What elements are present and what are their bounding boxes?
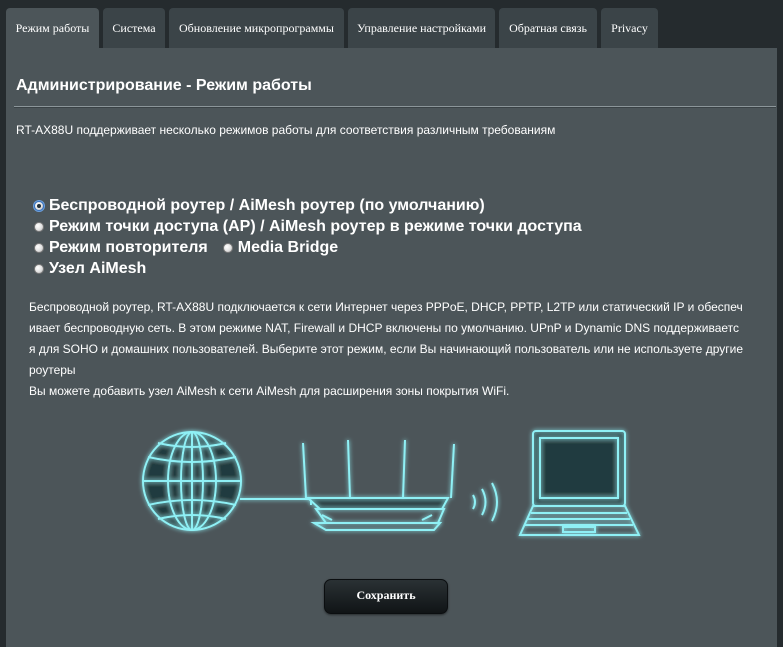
repeater-label: Режим повторителя [49, 238, 208, 256]
router-icon [302, 439, 455, 531]
operation-mode-options: Беспроводной роутер / AiMesh роутер (по … [34, 195, 582, 279]
aimesh-description-text: Вы можете добавить узел AiMesh к сети Ai… [29, 384, 510, 398]
aimesh-node-label: Узел AiMesh [49, 259, 147, 277]
main-panel: Администрирование - Режим работы RT-AX88… [6, 48, 777, 647]
wireless-router-label: Беспроводной роутер / AiMesh роутер (по … [49, 196, 485, 214]
access-point-radio[interactable] [34, 221, 44, 232]
wifi-waves-icon [472, 482, 498, 522]
cable-line [240, 498, 312, 505]
mode-description-text: Беспроводной роутер, RT-AX88U подключает… [29, 300, 743, 377]
tab-operation-mode[interactable]: Режим работы [6, 8, 99, 48]
mode-repeater[interactable]: Режим повторителя [34, 239, 208, 257]
mode-wireless-router[interactable]: Беспроводной роутер / AiMesh роутер (по … [34, 197, 485, 215]
page-subtitle: RT-AX88U поддерживает несколько режимов … [16, 123, 556, 137]
tab-settings-management[interactable]: Управление настройками [348, 8, 495, 48]
laptop-icon [518, 430, 641, 536]
mode-description: Беспроводной роутер, RT-AX88U подключает… [29, 297, 744, 402]
tab-system[interactable]: Система [103, 8, 165, 48]
mode-aimesh-node[interactable]: Узел AiMesh [34, 260, 146, 278]
aimesh-node-radio[interactable] [34, 263, 44, 274]
tab-bar: Режим работы Система Обновление микропро… [0, 0, 783, 48]
tab-feedback[interactable]: Обратная связь [499, 8, 597, 48]
media-bridge-radio[interactable] [222, 242, 233, 253]
tab-firmware-upgrade[interactable]: Обновление микропрограммы [169, 8, 344, 48]
mode-media-bridge[interactable]: Media Bridge [222, 238, 339, 257]
page-title: Администрирование - Режим работы [16, 77, 312, 94]
access-point-label: Режим точки доступа (AP) / AiMesh роутер… [49, 217, 582, 235]
save-button[interactable]: Сохранить [324, 579, 448, 614]
network-illustration [142, 430, 641, 536]
mode-access-point[interactable]: Режим точки доступа (AP) / AiMesh роутер… [34, 218, 582, 236]
repeater-radio[interactable] [34, 242, 44, 253]
globe-icon [142, 431, 242, 531]
title-divider [14, 106, 776, 108]
tab-privacy[interactable]: Privacy [601, 8, 658, 48]
media-bridge-label: Media Bridge [237, 238, 339, 256]
wireless-router-radio[interactable] [34, 200, 44, 211]
